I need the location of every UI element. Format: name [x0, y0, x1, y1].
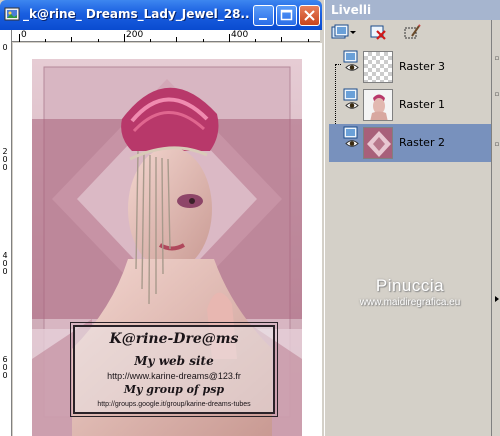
- layer-thumbnail: [363, 89, 393, 121]
- maximize-icon: [280, 9, 293, 21]
- signature-line3: My group of psp: [123, 383, 225, 396]
- close-button[interactable]: [299, 5, 320, 26]
- signature-url: http://www.karine-dreams@123.fr: [107, 371, 241, 381]
- scroll-marker-text: ▫: [494, 140, 500, 148]
- ruler-ticks: [19, 34, 309, 42]
- raster-layer-icon: [343, 126, 358, 139]
- raster-layer-icon: [343, 88, 358, 101]
- ruler-label: 4 0 0: [2, 251, 8, 276]
- ruler-label: 2 0 0: [2, 147, 8, 172]
- layer-row-raster-2[interactable]: Raster 2: [329, 124, 491, 162]
- layer-row-raster-1[interactable]: Raster 1: [329, 86, 491, 124]
- layer-name: Raster 2: [399, 136, 445, 149]
- new-layer-icon[interactable]: [331, 24, 349, 40]
- ruler-label: 200: [126, 30, 144, 40]
- vertical-ruler[interactable]: 0 2 0 0 4 0 0 6 0 0: [0, 30, 12, 436]
- layer-thumbnail: [363, 51, 393, 83]
- signature-title: K@rine-Dre@ms: [109, 331, 239, 347]
- ruler-label: 0: [2, 43, 8, 52]
- thumbnail-image: [364, 128, 392, 158]
- visibility-eye-icon[interactable]: [345, 139, 359, 148]
- signature-groups-url: http://groups.google.it/group/karine-dre…: [97, 401, 251, 408]
- ruler-label: 6 0 0: [2, 355, 8, 380]
- layers-palette[interactable]: Livelli Raster 3 Raster 1 Raster 2 Pinuc…: [324, 0, 500, 436]
- visibility-eye-icon[interactable]: [345, 63, 359, 72]
- minimize-button[interactable]: [253, 5, 274, 26]
- layer-thumbnail: [363, 127, 393, 159]
- layers-list[interactable]: Raster 3 Raster 1 Raster 2: [329, 48, 491, 434]
- window-title-bar[interactable]: _k@rine_ Dreams_Lady_Jewel_28...: [0, 0, 322, 30]
- image-window[interactable]: _k@rine_ Dreams_Lady_Jewel_28... 0 200 4…: [0, 0, 324, 436]
- layer-name: Raster 3: [399, 60, 445, 73]
- dropdown-arrow-icon[interactable]: [349, 24, 357, 40]
- minimize-icon: [259, 18, 267, 20]
- horizontal-ruler[interactable]: 0 200 400: [12, 30, 320, 42]
- ruler-label: 0: [21, 30, 27, 40]
- layers-scrollbar[interactable]: ▫ ▫ ▫: [491, 20, 500, 436]
- canvas-workarea[interactable]: K@rine-Dre@ms My web site http://www.kar…: [13, 43, 322, 436]
- raster-layer-icon: [343, 50, 358, 63]
- visibility-eye-icon[interactable]: [345, 101, 359, 110]
- paint-shop-pro-icon: [4, 7, 20, 21]
- close-icon: [304, 10, 315, 21]
- edit-layer-icon[interactable]: [403, 24, 421, 40]
- signature-box: K@rine-Dre@ms My web site http://www.kar…: [70, 322, 278, 417]
- thumbnail-image: [364, 90, 392, 120]
- layers-title: Livelli: [331, 3, 372, 17]
- ruler-label: 400: [231, 30, 249, 40]
- signature-line1: My web site: [134, 354, 214, 368]
- window-title: _k@rine_ Dreams_Lady_Jewel_28...: [23, 7, 249, 21]
- image-canvas[interactable]: K@rine-Dre@ms My web site http://www.kar…: [32, 59, 302, 436]
- layers-title-bar[interactable]: Livelli: [325, 0, 500, 20]
- layers-toolbar: [325, 20, 491, 44]
- scroll-right-arrow-icon[interactable]: [493, 295, 500, 303]
- scroll-marker-text: ▫: [494, 54, 500, 62]
- scroll-marker-text: ▫: [494, 90, 500, 98]
- layer-name: Raster 1: [399, 98, 445, 111]
- watermark-site: www.maidiregrafica.eu: [359, 297, 461, 308]
- maximize-button[interactable]: [276, 5, 297, 26]
- delete-layer-icon[interactable]: [369, 24, 387, 40]
- layer-row-raster-3[interactable]: Raster 3: [329, 48, 491, 86]
- watermark-name: Pinuccia: [375, 276, 445, 295]
